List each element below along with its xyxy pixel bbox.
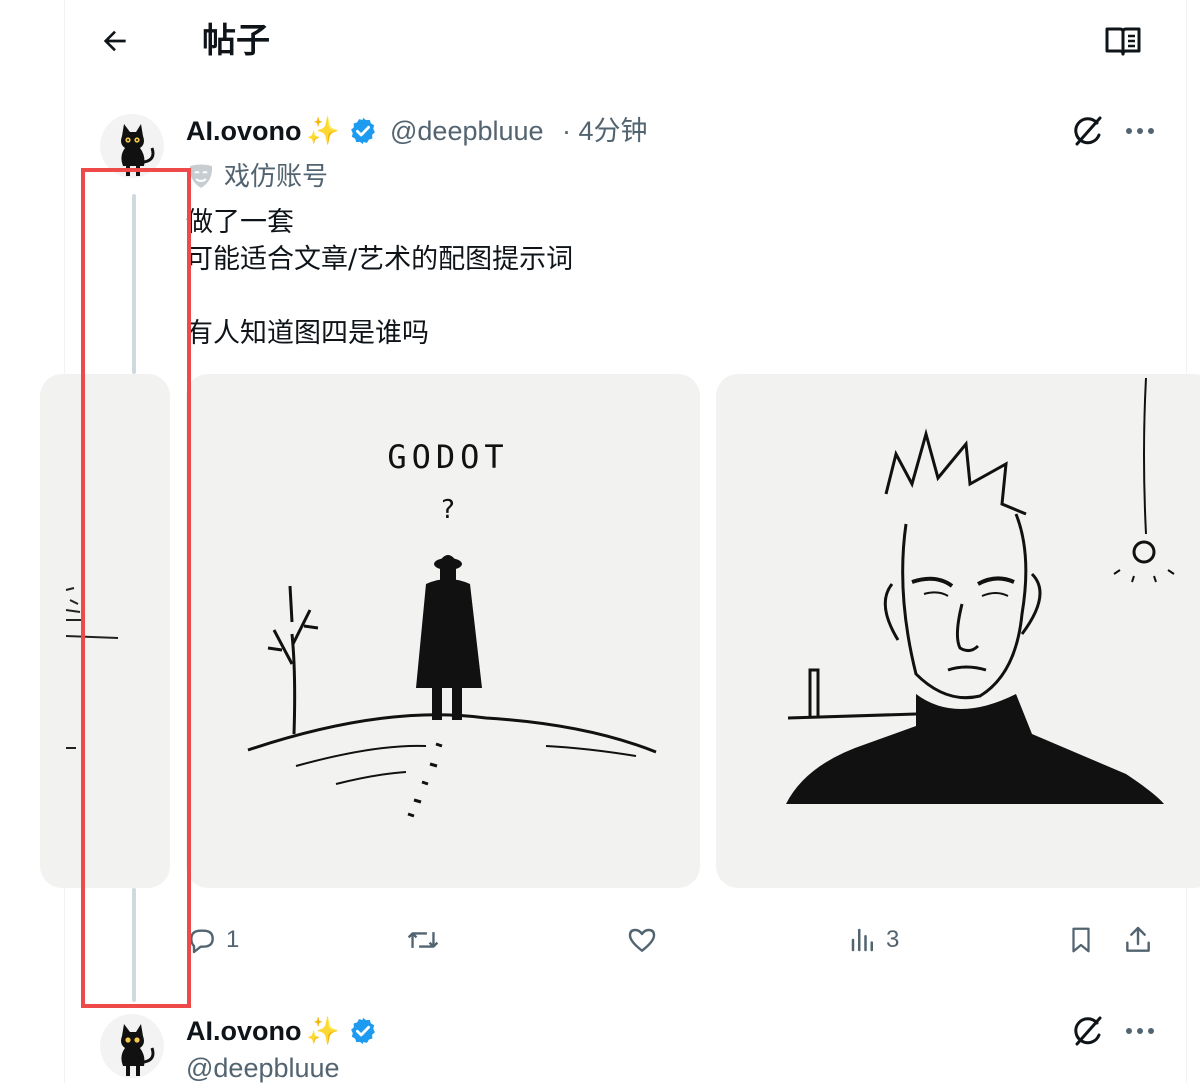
- bookmark-button[interactable]: [1066, 920, 1096, 960]
- godot-caption: GODOT: [387, 438, 508, 476]
- arrow-left-icon: [103, 30, 126, 52]
- reply-sparkle-emoji: ✨: [306, 1016, 340, 1046]
- godot-sketch-image: GODOT ?: [247, 438, 657, 818]
- reply-handle[interactable]: @deepbluue: [186, 1050, 340, 1086]
- reply-verified-badge-icon: [351, 1017, 375, 1045]
- repost-button[interactable]: [406, 920, 448, 960]
- more-horizontal-icon: [1126, 1028, 1154, 1034]
- avatar[interactable]: [100, 114, 164, 178]
- tweet-text: 做了一套 可能适合文章/艺术的配图提示词 有人知道图四是谁吗: [186, 207, 574, 349]
- media-image-godot[interactable]: GODOT ?: [186, 374, 700, 888]
- bookmark-icon: [1072, 927, 1090, 953]
- views-chart-icon: [851, 928, 873, 952]
- more-options-button[interactable]: [1120, 111, 1160, 151]
- more-horizontal-icon: [1126, 128, 1154, 134]
- thread-line-bottom: [132, 888, 136, 1002]
- page-title: 帖子: [202, 21, 270, 61]
- handle[interactable]: @deepbluue: [390, 113, 544, 149]
- grok-button[interactable]: [1068, 111, 1108, 151]
- share-icon: [1126, 926, 1150, 952]
- parody-label-text: 戏仿账号: [224, 161, 329, 191]
- verified-badge-icon: [351, 117, 375, 145]
- reply-display-name[interactable]: AI.ovono: [186, 1013, 302, 1049]
- reply-grok-button[interactable]: [1068, 1011, 1108, 1051]
- heart-icon: [628, 928, 656, 952]
- view-count: 3: [886, 926, 900, 953]
- repost-icon: [407, 932, 439, 948]
- media-image-portrait[interactable]: [716, 374, 1200, 888]
- reply-count: 1: [226, 926, 240, 953]
- theater-mask-icon: [189, 164, 213, 188]
- back-button[interactable]: [92, 18, 138, 64]
- portrait-sketch-image: [786, 377, 1175, 804]
- thread-line-top: [132, 194, 136, 374]
- black-cat-avatar-icon: [121, 1024, 155, 1076]
- views-button[interactable]: 3: [848, 920, 899, 960]
- media-image-prev[interactable]: [40, 374, 170, 888]
- reader-mode-icon: [1105, 27, 1141, 56]
- sketch-fragment-image: [65, 587, 119, 749]
- timestamp[interactable]: · 4分钟: [562, 113, 648, 149]
- display-name[interactable]: AI.ovono: [186, 113, 302, 149]
- sparkle-emoji: ✨: [306, 116, 340, 146]
- reader-mode-button[interactable]: [1100, 18, 1146, 64]
- godot-question: ?: [441, 495, 455, 525]
- share-button[interactable]: [1122, 920, 1154, 960]
- reply-more-options-button[interactable]: [1120, 1011, 1160, 1051]
- reply-button[interactable]: 1: [186, 920, 239, 960]
- grok-icon: [1074, 116, 1102, 146]
- reply-avatar[interactable]: [100, 1014, 164, 1078]
- black-cat-avatar-icon: [121, 124, 155, 176]
- grok-icon: [1074, 1016, 1102, 1046]
- reply-icon: [190, 929, 214, 954]
- parody-account-label: 戏仿账号: [186, 158, 328, 194]
- like-button[interactable]: [626, 920, 666, 960]
